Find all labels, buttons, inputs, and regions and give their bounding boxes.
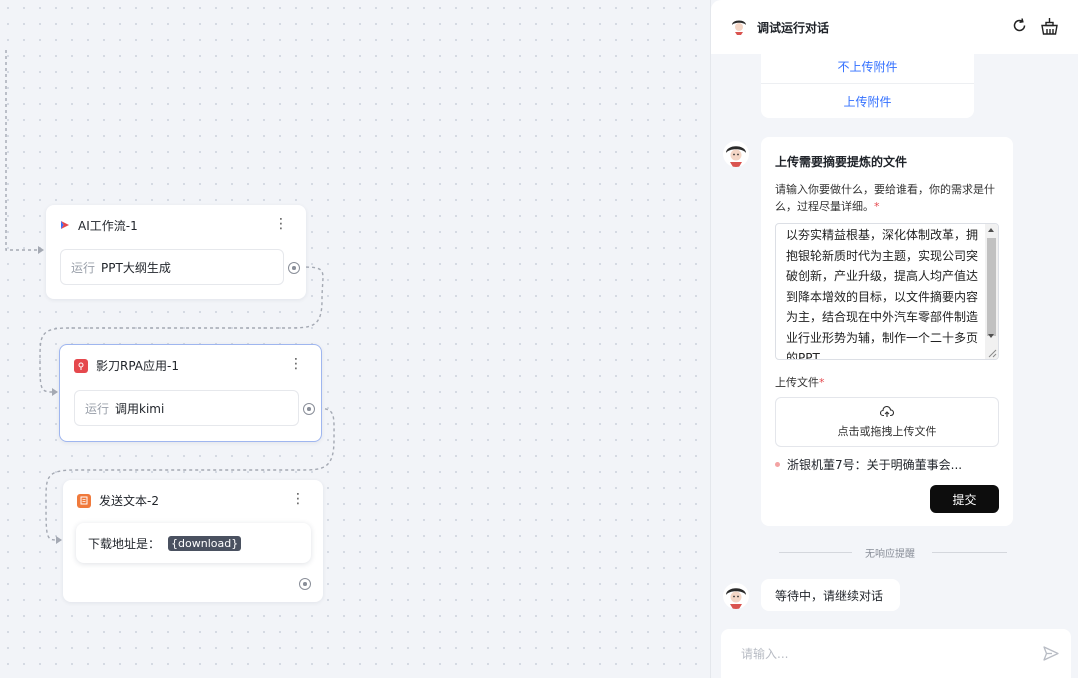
form-title: 上传需要摘要提炼的文件	[775, 155, 908, 169]
send-icon[interactable]	[1043, 646, 1059, 664]
workflow-canvas[interactable]: AI工作流-1 ⋮ 运行 PPT大纲生成 影刀RPA应用-1 ⋮ 运行 调用ki…	[0, 0, 710, 678]
upload-label: 上传文件*	[775, 376, 825, 389]
node-message[interactable]: 下载地址是： {download}	[76, 523, 311, 563]
requirement-textarea[interactable]: 以夯实精益根基，深化体制改革，拥抱银轮新质时代为主题，实现公司突破创新，产业升级…	[775, 223, 999, 360]
task-name: 调用kimi	[115, 401, 165, 416]
bot-avatar-icon	[729, 16, 749, 39]
scroll-thumb[interactable]	[987, 238, 996, 336]
avatar	[723, 583, 749, 609]
more-menu-icon[interactable]: ⋮	[274, 217, 288, 231]
divider-line-right	[932, 552, 1007, 553]
bot-avatar-icon	[726, 146, 746, 167]
form-hint: 请输入你要做什么，要给谁看，你的需求是什么，过程尽量详细。*	[775, 183, 995, 213]
waiting-message: 等待中，请继续对话	[775, 588, 884, 603]
edge-entry	[5, 50, 38, 251]
attachment-options: 不上传附件 上传附件	[761, 48, 974, 118]
debug-chat-panel: 调试运行对话 不上传附件 上传附件 上传需要摘要提炼的文件 请输入你要做什么，要…	[710, 0, 1078, 678]
cloud-upload-icon	[879, 405, 895, 421]
bot-avatar-icon	[726, 588, 746, 609]
divider-line-left	[779, 552, 852, 553]
run-label: 运行	[71, 260, 96, 275]
uploaded-file[interactable]: 浙银机董7号：关于明确董事会...	[775, 456, 962, 473]
node-rpa-app[interactable]: 影刀RPA应用-1 ⋮ 运行 调用kimi	[59, 344, 322, 442]
panel-title: 调试运行对话	[757, 20, 830, 35]
more-menu-icon[interactable]: ⋮	[289, 357, 303, 371]
ai-workflow-icon	[60, 219, 70, 233]
clear-broom-icon[interactable]	[1040, 17, 1059, 38]
send-text-icon	[77, 493, 91, 508]
file-name: 浙银机董7号：关于明确董事会...	[787, 458, 963, 472]
more-menu-icon[interactable]: ⋮	[291, 492, 305, 506]
node-title: 影刀RPA应用-1	[96, 359, 179, 373]
arrowhead-3	[56, 536, 62, 544]
node-header: AI工作流-1	[60, 217, 138, 234]
refresh-icon[interactable]	[1011, 17, 1028, 37]
arrowhead-2	[52, 388, 58, 396]
no-attachment-button[interactable]: 不上传附件	[761, 50, 974, 84]
node-task[interactable]: 运行 PPT大纲生成	[60, 249, 284, 285]
chat-input[interactable]	[741, 646, 1021, 661]
run-label: 运行	[85, 401, 110, 416]
output-port[interactable]	[288, 262, 300, 274]
avatar	[723, 141, 749, 167]
submit-button[interactable]: 提交	[930, 485, 999, 513]
task-name: PPT大纲生成	[101, 260, 171, 275]
upload-dropzone[interactable]: 点击或拖拽上传文件	[775, 397, 999, 447]
resize-handle-icon[interactable]	[986, 347, 997, 358]
upload-hint: 点击或拖拽上传文件	[837, 424, 937, 438]
node-header: 发送文本-2	[77, 492, 159, 509]
textarea-scrollbar[interactable]	[985, 224, 998, 359]
message-prefix: 下载地址是：	[88, 536, 161, 551]
waiting-message-bubble: 等待中，请继续对话	[761, 579, 900, 611]
arrowhead-1	[38, 246, 44, 254]
panel-header: 调试运行对话	[711, 0, 1078, 54]
upload-attachment-button[interactable]: 上传附件	[761, 84, 974, 118]
output-port[interactable]	[299, 578, 311, 590]
node-title: AI工作流-1	[78, 219, 138, 233]
node-ai-workflow[interactable]: AI工作流-1 ⋮ 运行 PPT大纲生成	[46, 205, 306, 299]
node-header: 影刀RPA应用-1	[74, 357, 179, 374]
output-port[interactable]	[303, 403, 315, 415]
variable-tag: {download}	[168, 535, 242, 551]
chat-input-bar	[721, 629, 1071, 678]
node-title: 发送文本-2	[99, 494, 159, 508]
node-task[interactable]: 运行 调用kimi	[74, 390, 299, 426]
upload-form-card: 上传需要摘要提炼的文件 请输入你要做什么，要给谁看，你的需求是什么，过程尽量详细…	[761, 137, 1013, 526]
node-send-text[interactable]: 发送文本-2 ⋮ 下载地址是： {download}	[63, 480, 323, 602]
rpa-app-icon	[74, 358, 88, 373]
file-status-dot	[775, 462, 780, 467]
textarea-content: 以夯实精益根基，深化体制改革，拥抱银轮新质时代为主题，实现公司突破创新，产业升级…	[786, 228, 979, 360]
divider-label: 无响应提醒	[865, 548, 915, 560]
